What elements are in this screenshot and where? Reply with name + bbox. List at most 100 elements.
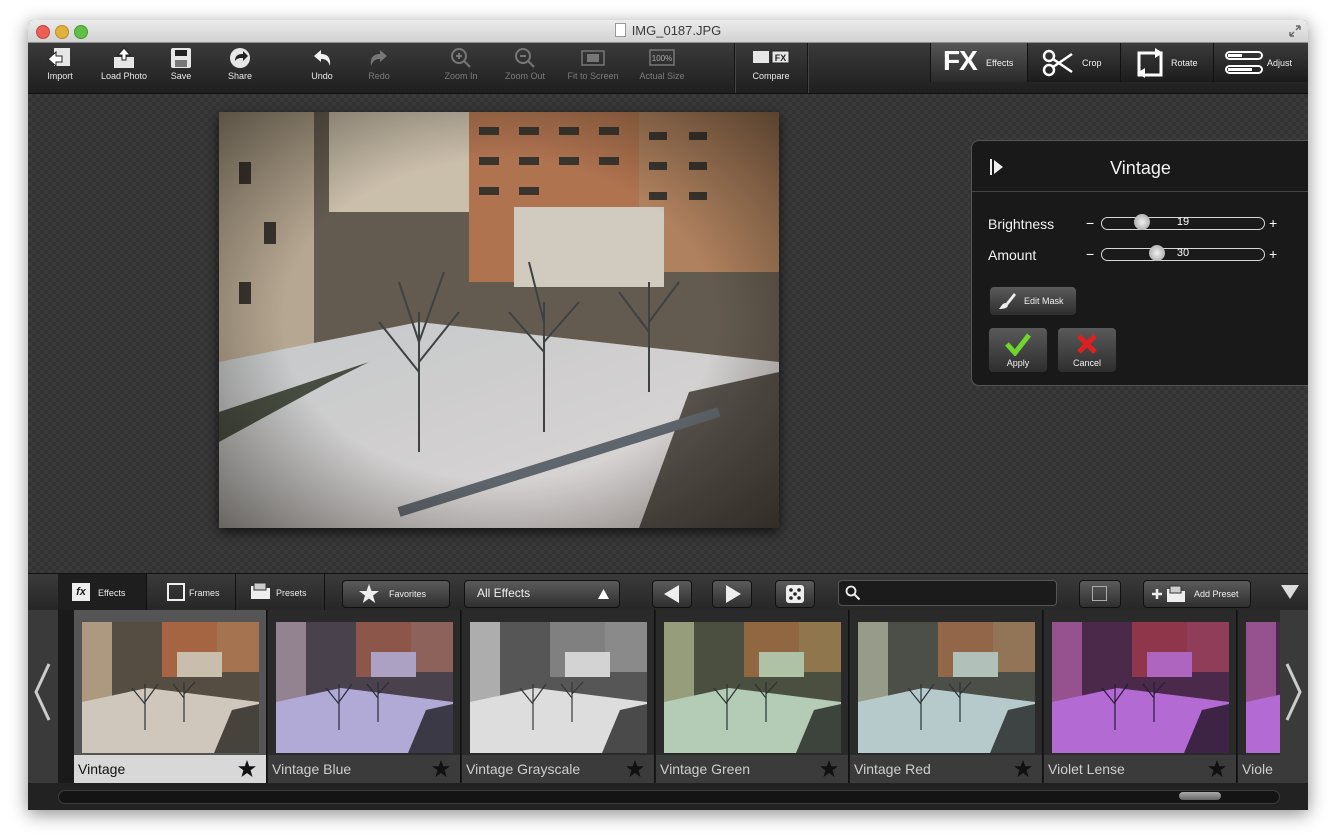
brightness-label: Brightness <box>988 216 1055 232</box>
tab-frames-label: Frames <box>189 588 220 598</box>
load-photo-label: Load Photo <box>100 71 148 81</box>
load-photo-button[interactable]: Load Photo <box>96 47 152 81</box>
effect-thumbnail[interactable]: Vintage Green <box>656 610 849 783</box>
redo-button[interactable]: Redo <box>365 47 393 81</box>
favorite-star-icon[interactable] <box>238 760 256 777</box>
tab-presets[interactable]: Presets <box>236 574 325 611</box>
effect-thumbnail[interactable]: Violet Lense <box>1044 610 1237 783</box>
zoom-in-button[interactable]: Zoom In <box>440 47 482 81</box>
effect-thumbnail-label: Vintage <box>78 761 126 777</box>
fit-to-screen-button[interactable]: Fit to Screen <box>562 47 624 81</box>
window-title-text: IMG_0187.JPG <box>631 23 722 38</box>
toggle-view-button[interactable] <box>1079 580 1121 608</box>
import-label: Import <box>47 71 73 81</box>
effect-thumbnail-label: Violet Lense <box>1048 761 1125 777</box>
collapse-strip-icon[interactable] <box>1281 585 1299 599</box>
dropdown-arrow-icon <box>598 589 609 599</box>
fullscreen-icon[interactable] <box>1288 24 1302 38</box>
tab-presets-label: Presets <box>276 588 307 598</box>
zoom-out-button[interactable]: Zoom Out <box>502 47 548 81</box>
next-effect-button[interactable] <box>712 580 752 608</box>
effect-thumbnail-label: Vintage Red <box>854 761 931 777</box>
random-effect-button[interactable] <box>775 580 815 608</box>
app-window: IMG_0187.JPG Import Load Photo Save Shar… <box>28 20 1308 810</box>
compare-label: Compare <box>752 71 790 81</box>
amount-decrease-button[interactable]: − <box>1086 246 1094 262</box>
fit-to-screen-icon <box>581 50 605 66</box>
brightness-increase-button[interactable]: + <box>1269 215 1277 231</box>
brush-icon <box>999 293 1016 309</box>
fit-to-screen-label: Fit to Screen <box>567 71 619 81</box>
effects-category-select[interactable]: All Effects <box>464 580 620 608</box>
panel-divider <box>972 191 1308 192</box>
share-button[interactable]: Share <box>224 47 256 81</box>
actual-size-icon-text: 100% <box>652 54 672 63</box>
favorite-star-icon[interactable] <box>1208 760 1226 777</box>
effect-thumbnail-caption: Vintage Red <box>850 755 1042 783</box>
effect-thumbnail[interactable]: Vintage Grayscale <box>462 610 655 783</box>
effect-thumbnail[interactable]: Vintage <box>74 610 267 783</box>
compare-button[interactable]: FX Compare <box>748 47 794 81</box>
favorite-star-icon[interactable] <box>820 760 838 777</box>
image-canvas[interactable]: Vintage Brightness − 19 + Amount − 30 + … <box>28 94 1308 573</box>
tab-effects-browser[interactable]: fx Effects <box>58 574 147 611</box>
tab-rotate-label: Rotate <box>1171 58 1198 68</box>
tab-crop[interactable]: Crop <box>1027 43 1121 82</box>
undo-icon <box>314 50 331 66</box>
frame-icon <box>167 583 185 601</box>
import-button[interactable]: Import <box>42 47 78 81</box>
import-icon <box>47 48 70 68</box>
favorite-star-icon[interactable] <box>1014 760 1032 777</box>
amount-label: Amount <box>988 247 1037 263</box>
effects-strip-toolbar: fx Effects Frames Presets Favorites All … <box>28 573 1308 611</box>
edit-mask-button[interactable]: Edit Mask <box>989 286 1077 316</box>
tab-frames[interactable]: Frames <box>147 574 236 611</box>
chevron-right-icon <box>1285 663 1302 721</box>
window-title: IMG_0187.JPG <box>28 23 1308 38</box>
effect-preview-image <box>1052 622 1229 753</box>
effect-thumbnail-caption: Vintage Blue <box>268 755 460 783</box>
save-icon <box>171 48 191 68</box>
effect-thumbnail-label: Vintage Green <box>660 761 751 777</box>
strip-scrollbar[interactable] <box>28 783 1308 810</box>
effect-preview-image <box>276 622 453 753</box>
tab-effects[interactable]: FX Effects <box>930 43 1028 82</box>
effects-search-box[interactable] <box>838 580 1057 606</box>
add-preset-button[interactable]: Add Preset <box>1143 580 1251 608</box>
tab-rotate[interactable]: Rotate <box>1120 43 1214 82</box>
amount-increase-button[interactable]: + <box>1269 246 1277 262</box>
brightness-value: 19 <box>1176 216 1190 228</box>
scrollbar-track[interactable] <box>58 790 1280 804</box>
save-button[interactable]: Save <box>166 47 196 81</box>
amount-slider[interactable]: 30 <box>1101 245 1265 261</box>
amount-value: 30 <box>1176 247 1190 259</box>
edited-photo[interactable] <box>219 112 779 528</box>
apply-button[interactable]: Apply <box>988 327 1048 373</box>
cancel-button[interactable]: Cancel <box>1057 327 1117 373</box>
search-input[interactable] <box>865 583 1049 603</box>
previous-effect-button[interactable] <box>652 580 692 608</box>
scrollbar-thumb[interactable] <box>1179 792 1221 800</box>
effect-thumbnail-caption: Vintage Green <box>656 755 848 783</box>
scroll-left-button[interactable] <box>28 610 58 783</box>
brightness-decrease-button[interactable]: − <box>1086 215 1094 231</box>
scroll-right-button[interactable] <box>1280 610 1308 783</box>
save-label: Save <box>170 71 192 81</box>
effect-thumbnail-label: Viole <box>1242 761 1273 777</box>
brightness-slider[interactable]: 19 <box>1101 214 1265 230</box>
tab-adjust[interactable]: Adjust <box>1213 43 1308 82</box>
favorite-star-icon[interactable] <box>432 760 450 777</box>
star-icon <box>359 584 379 603</box>
actual-size-button[interactable]: 100% Actual Size <box>636 47 688 81</box>
effect-settings-panel: Vintage Brightness − 19 + Amount − 30 + … <box>971 140 1308 386</box>
load-photo-icon <box>114 47 134 68</box>
favorites-button[interactable]: Favorites <box>342 580 450 608</box>
favorite-star-icon[interactable] <box>626 760 644 777</box>
document-icon <box>614 23 626 37</box>
undo-button[interactable]: Undo <box>308 47 336 81</box>
compare-icon-text: FX <box>775 53 787 63</box>
effect-thumbnail[interactable]: Vintage Red <box>850 610 1043 783</box>
effect-thumbnail[interactable]: Vintage Blue <box>268 610 461 783</box>
title-bar: IMG_0187.JPG <box>28 20 1308 43</box>
effect-thumbnail[interactable]: Viole <box>1238 610 1280 783</box>
